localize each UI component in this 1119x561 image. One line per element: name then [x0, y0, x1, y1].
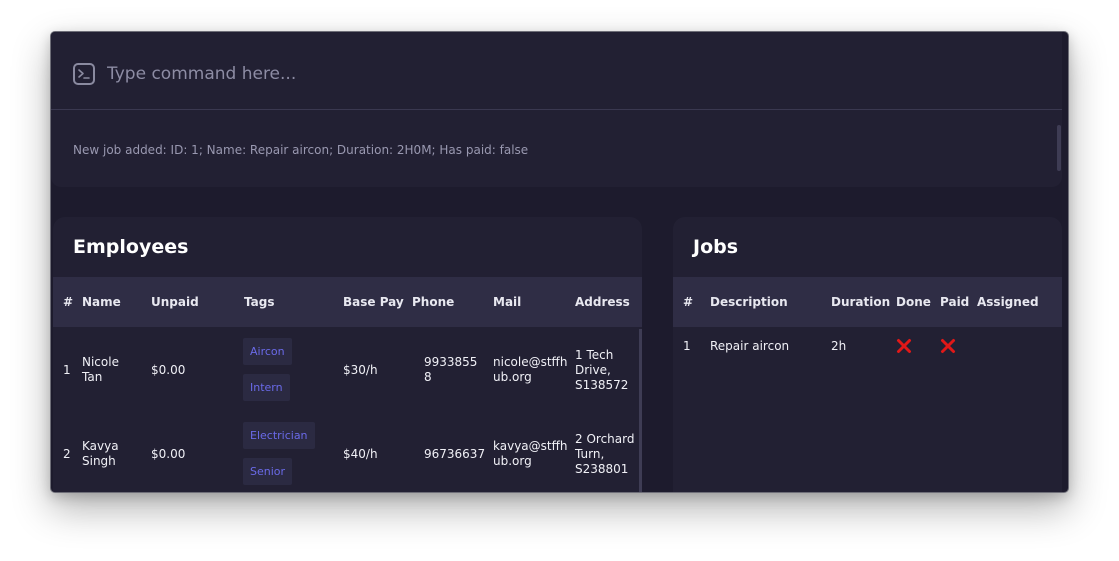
employee-base-pay: $40/h — [343, 447, 378, 461]
jobs-panel: Jobs # Description Duration Done Paid As… — [673, 217, 1062, 492]
column-header-index[interactable]: # — [63, 295, 73, 309]
command-input[interactable] — [107, 61, 1007, 87]
column-header-index[interactable]: # — [683, 295, 693, 309]
column-header-duration[interactable]: Duration — [831, 295, 890, 309]
employee-address-line: S238801 — [575, 462, 629, 476]
command-bar — [51, 32, 1062, 110]
employee-unpaid: $0.00 — [151, 363, 186, 377]
tag-badge: Aircon — [243, 338, 292, 365]
app-window: New job added: ID: 1; Name: Repair airco… — [50, 31, 1069, 493]
employees-panel: Employees # Name Unpaid Tags Base Pay Ph… — [53, 217, 642, 492]
employee-name-line: Nicole — [82, 355, 119, 369]
employee-mail-line: ub.org — [493, 370, 532, 384]
employee-mail-line: nicole@stffh — [493, 355, 568, 369]
tag-badge: Intern — [243, 374, 290, 401]
employee-base-pay: $30/h — [343, 363, 378, 377]
not-done-cross-icon — [897, 339, 911, 353]
table-row[interactable]: 1 Repair aircon 2h — [673, 327, 1062, 367]
employee-address-line: Turn, — [575, 447, 605, 461]
employee-address-line: S138572 — [575, 378, 629, 392]
column-header-tags[interactable]: Tags — [244, 295, 274, 309]
column-header-address[interactable]: Address — [575, 295, 630, 309]
column-header-mail[interactable]: Mail — [493, 295, 521, 309]
employee-name-line: Singh — [82, 454, 116, 468]
table-row[interactable]: 2 Kavya Singh $0.00 Electrician Senior $… — [53, 411, 642, 492]
row-index: 1 — [683, 339, 691, 353]
employee-address-line: Drive, — [575, 363, 611, 377]
employees-scrollbar[interactable] — [639, 329, 642, 492]
jobs-table-header: # Description Duration Done Paid Assigne… — [673, 277, 1062, 327]
employee-phone-line: 9933855 — [424, 355, 478, 369]
employees-table-header: # Name Unpaid Tags Base Pay Phone Mail A… — [53, 277, 642, 327]
result-message: New job added: ID: 1; Name: Repair airco… — [73, 143, 529, 157]
employee-unpaid: $0.00 — [151, 447, 186, 461]
employee-phone-line: 8 — [424, 370, 432, 384]
column-header-name[interactable]: Name — [82, 295, 121, 309]
employee-name-line: Kavya — [82, 439, 119, 453]
employee-address-line: 2 Orchard — [575, 432, 635, 446]
tag-badge: Senior — [243, 458, 293, 485]
result-scrollbar[interactable] — [1057, 125, 1061, 171]
job-duration: 2h — [831, 339, 847, 353]
column-header-assigned[interactable]: Assigned — [977, 295, 1039, 309]
row-index: 2 — [63, 447, 71, 461]
employee-mail-line: ub.org — [493, 454, 532, 468]
command-panel: New job added: ID: 1; Name: Repair airco… — [51, 32, 1062, 187]
not-paid-cross-icon — [941, 339, 955, 353]
tag-badge: Electrician — [243, 422, 315, 449]
column-header-description[interactable]: Description — [710, 295, 788, 309]
table-row[interactable]: 1 Nicole Tan $0.00 Aircon Intern $30/h 9… — [53, 327, 642, 411]
column-header-unpaid[interactable]: Unpaid — [151, 295, 199, 309]
column-header-base-pay[interactable]: Base Pay — [343, 295, 404, 309]
column-header-done[interactable]: Done — [896, 295, 931, 309]
employees-title: Employees — [73, 236, 189, 258]
column-header-phone[interactable]: Phone — [412, 295, 454, 309]
employee-phone-line: 96736637 — [424, 447, 486, 461]
job-description: Repair aircon — [710, 339, 790, 353]
row-index: 1 — [63, 363, 71, 377]
column-header-paid[interactable]: Paid — [940, 295, 969, 309]
employee-mail-line: kavya@stffh — [493, 439, 568, 453]
terminal-icon — [73, 63, 95, 85]
employee-address-line: 1 Tech — [575, 348, 614, 362]
jobs-title: Jobs — [693, 236, 739, 258]
employee-name-line: Tan — [82, 370, 103, 384]
